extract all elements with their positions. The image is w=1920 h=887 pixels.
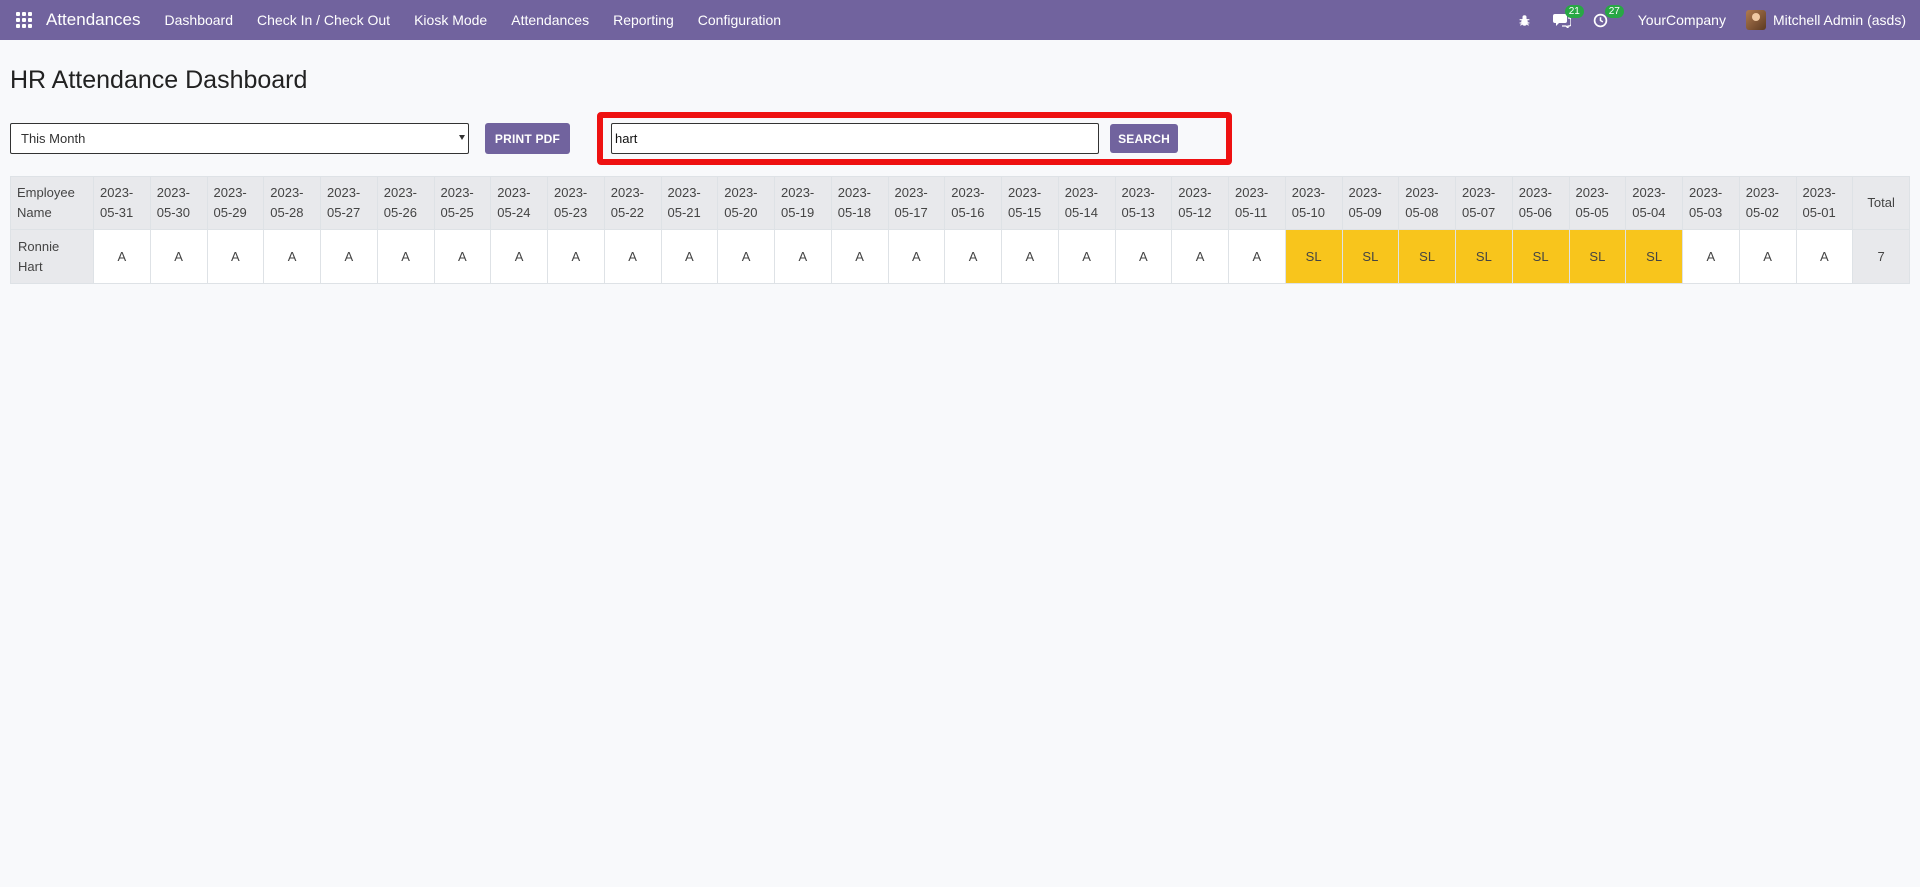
date-header: 2023-05-18 [830, 176, 889, 230]
attendance-cell: A [603, 229, 662, 284]
date-header: 2023-05-08 [1398, 176, 1456, 230]
attendance-cell: A [774, 229, 832, 284]
date-header: 2023-05-02 [1738, 176, 1797, 230]
date-header: 2023-05-12 [1171, 176, 1229, 230]
attendance-cell: A [944, 229, 1002, 284]
print-pdf-button[interactable]: PRINT PDF [485, 123, 570, 154]
date-header: 2023-05-21 [660, 176, 719, 230]
date-header: 2023-05-22 [603, 176, 662, 230]
attendance-cell: SL [1511, 229, 1570, 284]
attendance-cell: SL [1398, 229, 1456, 284]
attendance-cell: A [1057, 229, 1116, 284]
attendance-cell: A [1228, 229, 1286, 284]
menu-kiosk-mode[interactable]: Kiosk Mode [414, 12, 487, 28]
user-menu[interactable]: Mitchell Admin (asds) [1745, 10, 1906, 30]
table-body: Ronnie Hart A A A A A A A A A A A A A A A A A A A A A SL SL SL SL… [10, 229, 1910, 284]
date-header: 2023-05-05 [1568, 176, 1627, 230]
date-header: 2023-05-09 [1341, 176, 1400, 230]
chevron-down-icon [459, 135, 465, 140]
attendance-cell: A [1795, 229, 1854, 284]
date-header: 2023-05-14 [1057, 176, 1116, 230]
date-header: 2023-05-26 [376, 176, 435, 230]
date-header: 2023-05-20 [717, 176, 775, 230]
date-header: 2023-05-13 [1114, 176, 1173, 230]
activity-clock-icon[interactable]: 27 [1593, 4, 1624, 28]
attendance-cell: A [433, 229, 492, 284]
attendance-cell: SL [1284, 229, 1343, 284]
attendance-cell: SL [1455, 229, 1513, 284]
date-header: 2023-05-04 [1625, 176, 1683, 230]
messages-badge: 21 [1564, 4, 1584, 18]
date-header: 2023-05-01 [1795, 176, 1854, 230]
menu-dashboard[interactable]: Dashboard [165, 12, 234, 28]
employee-name-header: Employee Name [10, 176, 94, 230]
apps-grid-icon[interactable] [16, 12, 32, 28]
total-cell: 7 [1852, 229, 1910, 284]
attendance-cell: A [490, 229, 548, 284]
company-switcher[interactable]: YourCompany [1638, 12, 1726, 28]
attendance-cell: A [1682, 229, 1740, 284]
attendance-cell: A [263, 229, 321, 284]
search-button[interactable]: SEARCH [1110, 124, 1178, 153]
page-title: HR Attendance Dashboard [10, 66, 308, 94]
attendance-cell: A [1738, 229, 1797, 284]
table-header-row: Employee Name 2023-05-31 2023-05-30 2023-0… [10, 176, 1910, 230]
date-header: 2023-05-27 [320, 176, 378, 230]
table-row: Ronnie Hart A A A A A A A A A A A A A A A A A A A A A SL SL SL SL… [10, 229, 1910, 284]
menu-configuration[interactable]: Configuration [698, 12, 781, 28]
date-header: 2023-05-07 [1455, 176, 1513, 230]
attendance-cell: A [206, 229, 265, 284]
date-header: 2023-05-03 [1682, 176, 1740, 230]
app-brand[interactable]: Attendances [46, 10, 141, 30]
messages-icon[interactable]: 21 [1552, 4, 1584, 28]
date-header: 2023-05-19 [774, 176, 832, 230]
attendance-cell: A [1114, 229, 1173, 284]
date-header: 2023-05-15 [1001, 176, 1059, 230]
attendance-cell: SL [1625, 229, 1683, 284]
attendance-cell: A [660, 229, 719, 284]
attendance-cell: A [320, 229, 378, 284]
attendance-table: Employee Name 2023-05-31 2023-05-30 2023-0… [10, 176, 1910, 284]
total-header: Total [1852, 176, 1910, 230]
bug-icon[interactable] [1518, 14, 1531, 27]
top-navbar: Attendances Dashboard Check In / Check O… [0, 0, 1920, 40]
attendance-cell: SL [1341, 229, 1400, 284]
menu-reporting[interactable]: Reporting [613, 12, 674, 28]
period-select-value: This Month [21, 131, 86, 146]
date-header: 2023-05-17 [887, 176, 946, 230]
date-header: 2023-05-16 [944, 176, 1002, 230]
date-header: 2023-05-23 [547, 176, 605, 230]
date-header: 2023-05-25 [433, 176, 492, 230]
attendance-cell: A [830, 229, 889, 284]
avatar [1745, 10, 1766, 30]
menu-check-in-out[interactable]: Check In / Check Out [257, 12, 390, 28]
attendance-cell: A [93, 229, 151, 284]
user-name: Mitchell Admin (asds) [1772, 12, 1906, 28]
date-header: 2023-05-30 [149, 176, 208, 230]
employee-search-input[interactable] [611, 123, 1099, 154]
date-header: 2023-05-29 [206, 176, 265, 230]
date-header: 2023-05-10 [1284, 176, 1343, 230]
attendance-cell: SL [1568, 229, 1627, 284]
attendance-cell: A [547, 229, 605, 284]
attendance-cell: A [1171, 229, 1229, 284]
employee-name-cell: Ronnie Hart [10, 229, 94, 284]
attendance-cell: A [149, 229, 208, 284]
activities-badge: 27 [1604, 4, 1624, 18]
date-header: 2023-05-06 [1511, 176, 1570, 230]
date-header: 2023-05-28 [263, 176, 321, 230]
menu-attendances[interactable]: Attendances [511, 12, 589, 28]
attendance-cell: A [887, 229, 946, 284]
date-header: 2023-05-24 [490, 176, 548, 230]
date-header: 2023-05-11 [1228, 176, 1286, 230]
attendance-cell: A [1001, 229, 1059, 284]
attendance-cell: A [376, 229, 435, 284]
attendance-cell: A [717, 229, 775, 284]
period-select[interactable]: This Month [10, 123, 469, 154]
date-header: 2023-05-31 [93, 176, 151, 230]
